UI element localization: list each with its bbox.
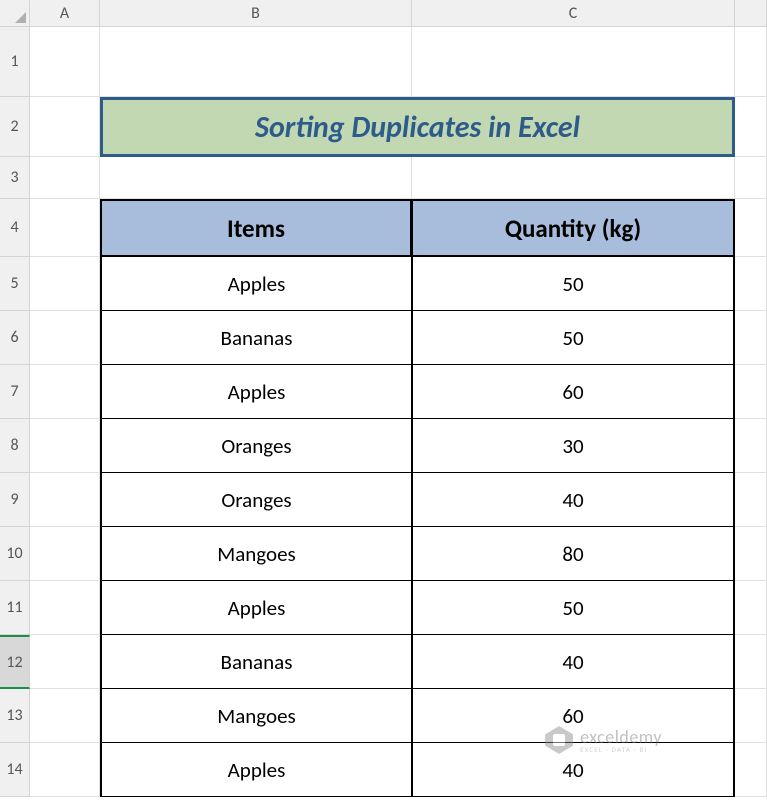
watermark-icon <box>545 726 573 754</box>
cell-D7[interactable] <box>735 365 767 419</box>
cell-item-12[interactable]: Bananas <box>100 635 412 689</box>
cell-D3[interactable] <box>735 157 767 199</box>
col-header-D[interactable] <box>735 0 767 27</box>
cell-A7[interactable] <box>30 365 100 419</box>
row-header-6[interactable]: 6 <box>0 311 30 365</box>
row-10: 10 Mangoes80 <box>0 527 767 581</box>
cell-A3[interactable] <box>30 157 100 199</box>
cell-A8[interactable] <box>30 419 100 473</box>
cell-item-14[interactable]: Apples <box>100 743 412 797</box>
cell-B1[interactable] <box>100 27 412 97</box>
cell-A9[interactable] <box>30 473 100 527</box>
row-header-5[interactable]: 5 <box>0 257 30 311</box>
table-header-items[interactable]: Items <box>100 199 412 257</box>
cell-D14[interactable] <box>735 743 767 797</box>
col-header-B[interactable]: B <box>100 0 412 27</box>
row-header-9[interactable]: 9 <box>0 473 30 527</box>
cell-item-13[interactable]: Mangoes <box>100 689 412 743</box>
row-header-3[interactable]: 3 <box>0 157 30 199</box>
spreadsheet-grid: A B C 1 2 Sorting Duplicates in Excel 3 … <box>0 0 767 797</box>
cell-D5[interactable] <box>735 257 767 311</box>
cell-D13[interactable] <box>735 689 767 743</box>
cell-D4[interactable] <box>735 199 767 257</box>
col-header-C[interactable]: C <box>412 0 735 27</box>
cell-A2[interactable] <box>30 97 100 157</box>
table-header-quantity[interactable]: Quantity (kg) <box>412 199 735 257</box>
cell-A5[interactable] <box>30 257 100 311</box>
cell-item-6[interactable]: Bananas <box>100 311 412 365</box>
row-header-10[interactable]: 10 <box>0 527 30 581</box>
row-11: 11 Apples50 <box>0 581 767 635</box>
row-5: 5 Apples50 <box>0 257 767 311</box>
cell-A4[interactable] <box>30 199 100 257</box>
cell-item-8[interactable]: Oranges <box>100 419 412 473</box>
cell-C3[interactable] <box>412 157 735 199</box>
row-12: 12 Bananas40 <box>0 635 767 689</box>
cell-qty-11[interactable]: 50 <box>412 581 735 635</box>
row-header-1[interactable]: 1 <box>0 27 30 97</box>
cell-D9[interactable] <box>735 473 767 527</box>
cell-item-7[interactable]: Apples <box>100 365 412 419</box>
row-7: 7 Apples60 <box>0 365 767 419</box>
row-3: 3 <box>0 157 767 199</box>
row-1: 1 <box>0 27 767 97</box>
cell-D10[interactable] <box>735 527 767 581</box>
cell-item-11[interactable]: Apples <box>100 581 412 635</box>
row-9: 9 Oranges40 <box>0 473 767 527</box>
row-header-2[interactable]: 2 <box>0 97 30 157</box>
row-header-7[interactable]: 7 <box>0 365 30 419</box>
cell-A10[interactable] <box>30 527 100 581</box>
column-header-row: A B C <box>0 0 767 27</box>
cell-qty-6[interactable]: 50 <box>412 311 735 365</box>
cell-A6[interactable] <box>30 311 100 365</box>
title-cell[interactable]: Sorting Duplicates in Excel <box>100 97 735 157</box>
cell-D11[interactable] <box>735 581 767 635</box>
cell-A14[interactable] <box>30 743 100 797</box>
row-header-11[interactable]: 11 <box>0 581 30 635</box>
cell-C1[interactable] <box>412 27 735 97</box>
row-4: 4 Items Quantity (kg) <box>0 199 767 257</box>
cell-D12[interactable] <box>735 635 767 689</box>
row-header-13[interactable]: 13 <box>0 689 30 743</box>
cell-D1[interactable] <box>735 27 767 97</box>
cell-qty-12[interactable]: 40 <box>412 635 735 689</box>
cell-item-10[interactable]: Mangoes <box>100 527 412 581</box>
col-header-A[interactable]: A <box>30 0 100 27</box>
select-all-button[interactable] <box>0 0 30 27</box>
row-header-14[interactable]: 14 <box>0 743 30 797</box>
cell-A11[interactable] <box>30 581 100 635</box>
cell-D6[interactable] <box>735 311 767 365</box>
cell-B3[interactable] <box>100 157 412 199</box>
row-header-8[interactable]: 8 <box>0 419 30 473</box>
cell-qty-5[interactable]: 50 <box>412 257 735 311</box>
watermark-text: exceldemy EXCEL · DATA · BI <box>580 728 662 753</box>
cell-item-5[interactable]: Apples <box>100 257 412 311</box>
cell-qty-7[interactable]: 60 <box>412 365 735 419</box>
cell-A13[interactable] <box>30 689 100 743</box>
row-8: 8 Oranges30 <box>0 419 767 473</box>
cell-qty-9[interactable]: 40 <box>412 473 735 527</box>
row-header-12[interactable]: 12 <box>0 635 30 689</box>
cell-D8[interactable] <box>735 419 767 473</box>
cell-A1[interactable] <box>30 27 100 97</box>
row-header-4[interactable]: 4 <box>0 199 30 257</box>
row-6: 6 Bananas50 <box>0 311 767 365</box>
cell-A12[interactable] <box>30 635 100 689</box>
row-2: 2 Sorting Duplicates in Excel <box>0 97 767 157</box>
cell-qty-8[interactable]: 30 <box>412 419 735 473</box>
cell-D2[interactable] <box>735 97 767 157</box>
cell-item-9[interactable]: Oranges <box>100 473 412 527</box>
watermark: exceldemy EXCEL · DATA · BI <box>545 726 662 754</box>
cell-qty-10[interactable]: 80 <box>412 527 735 581</box>
